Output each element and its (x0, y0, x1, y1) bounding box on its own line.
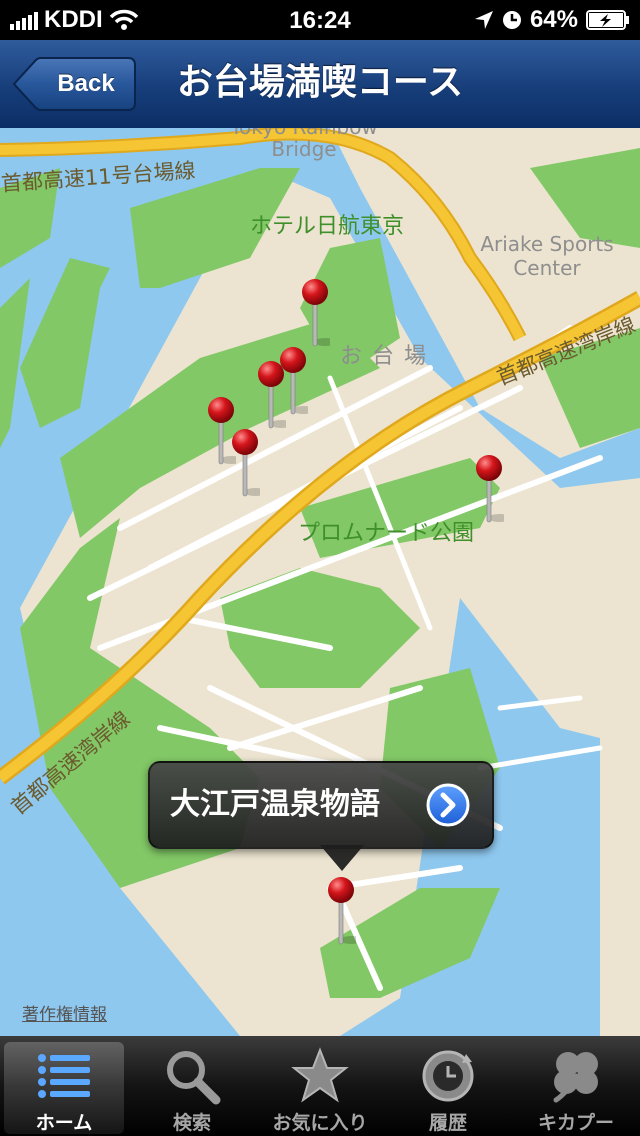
callout-title: 大江戸温泉物語 (170, 787, 380, 822)
back-button-label: Back (57, 70, 115, 97)
callout-tail (320, 845, 364, 871)
battery-icon (586, 10, 629, 30)
clock-icon (502, 11, 521, 29)
tab-home[interactable]: ホーム (4, 1042, 124, 1134)
map-callout[interactable]: 大江戸温泉物語 (148, 761, 494, 871)
map-pin[interactable] (300, 278, 338, 348)
tab-search[interactable]: 検索 (128, 1036, 256, 1136)
status-right: 64% (474, 6, 630, 34)
tab-history[interactable]: 履歴 (384, 1036, 512, 1136)
status-bar: KDDI 16:24 64% (0, 0, 640, 40)
location-arrow-icon (474, 11, 493, 29)
tab-kikapu-label: キカプー (537, 1112, 614, 1134)
map-label-ariake: Ariake Sports Center (480, 232, 614, 280)
attribution-link[interactable]: 著作権情報 (22, 1000, 107, 1025)
tab-search-label: 検索 (172, 1112, 211, 1134)
map-pin[interactable] (474, 454, 512, 524)
map-pin[interactable] (230, 428, 268, 498)
history-clock-icon (422, 1050, 474, 1102)
pin-icon (258, 361, 294, 429)
list-icon (38, 1054, 90, 1098)
map-pin-selected[interactable] (326, 876, 364, 946)
detail-disclosure-icon[interactable] (426, 783, 470, 827)
page-title: お台場満喫コース (176, 62, 464, 103)
map-label-hotel: ホテル日航東京 (250, 214, 405, 239)
navigation-bar: Back お台場満喫コース (0, 40, 640, 129)
tab-history-label: 履歴 (428, 1112, 467, 1134)
map-label-rainbow-bridge: Tokyo Rainbow Bridge (230, 128, 378, 161)
tab-bar: ホーム 検索 お気に入り 履歴 キカプー (0, 1036, 640, 1136)
pin-icon (302, 279, 338, 347)
map-view[interactable]: Tokyo Rainbow Bridge 首都高速11号台場線 ホテル日航東京 … (0, 128, 640, 1036)
battery-percent: 64% (529, 6, 578, 33)
back-button[interactable]: Back (12, 57, 136, 111)
map-label-promenade: プロムナード公園 (298, 521, 475, 546)
tab-favorites-label: お気に入り (272, 1112, 368, 1134)
tab-home-label: ホーム (35, 1112, 93, 1134)
magnifier-icon (167, 1051, 221, 1105)
pin-icon (328, 877, 364, 945)
tab-favorites[interactable]: お気に入り (256, 1036, 384, 1136)
tab-kikapu[interactable]: キカプー (512, 1036, 640, 1136)
clover-icon (553, 1052, 598, 1103)
map-label-odaiba: お台場 (340, 344, 437, 369)
pin-icon (232, 429, 268, 497)
pin-icon (476, 455, 512, 523)
star-icon (291, 1047, 349, 1103)
map-pin[interactable] (256, 360, 294, 430)
